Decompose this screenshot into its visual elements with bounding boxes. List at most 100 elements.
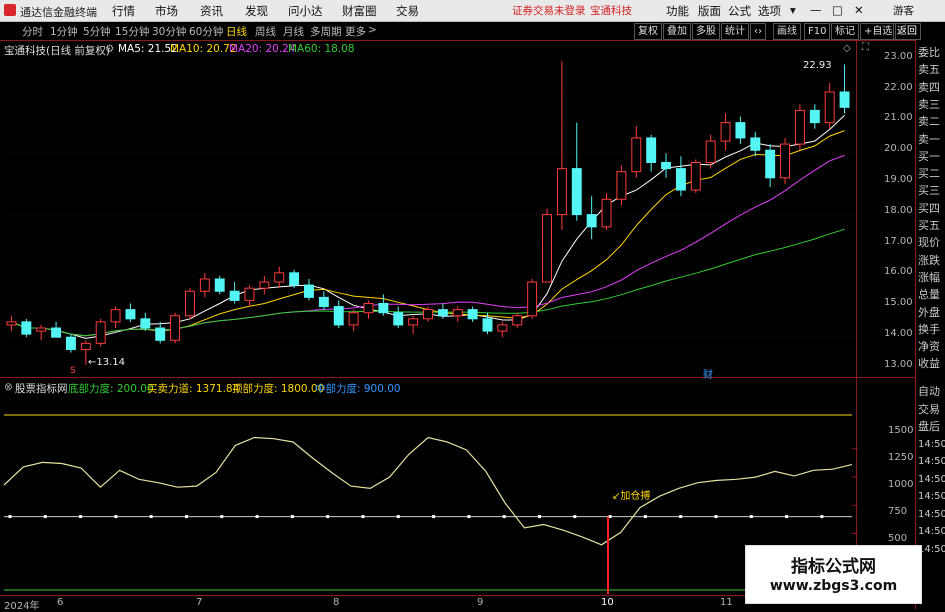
ind-y-tick: 500 (888, 533, 908, 544)
candle-body (646, 137, 657, 163)
side-label: 14:50 (918, 543, 945, 555)
candle-body (393, 312, 404, 326)
y-tick: 17.00 (884, 236, 913, 247)
candle-body (765, 149, 776, 179)
side-label: 卖三 (918, 97, 940, 111)
y-tick: 14.00 (884, 328, 913, 339)
candle-body (363, 302, 374, 314)
x-tick: 7 (196, 597, 203, 608)
candle-body (467, 309, 478, 320)
candle-body (482, 318, 493, 332)
mid-level-dot (538, 515, 541, 519)
side-label: 14:50 (918, 491, 945, 502)
mid-level-dot (79, 515, 83, 519)
side-label: 买一 (918, 149, 940, 163)
candle-body (720, 122, 731, 142)
side-label: 涨跌 (918, 253, 940, 267)
buy-sell-force-label: 买卖力道: 1371.84 (147, 383, 240, 395)
y-tick: 18.00 (884, 205, 913, 216)
side-label: 现价 (918, 236, 940, 250)
x-tick: 9 (477, 597, 484, 608)
candle-body (839, 91, 850, 108)
y-tick: 15.00 (884, 297, 913, 308)
s-marker-icon: S (70, 366, 76, 376)
candle-body (601, 198, 612, 228)
side-label: 涨幅 (918, 270, 940, 284)
candle-body (304, 284, 314, 298)
mid-level-dot (290, 515, 294, 519)
mid-level-dot (114, 515, 118, 519)
side-label: 委比 (918, 46, 940, 59)
side-label: 盘后 (918, 420, 940, 433)
candle-body (229, 290, 240, 301)
signal-label: ↙加仓搏 (612, 491, 651, 502)
y-tick: 19.00 (884, 174, 913, 185)
y-tick: 20.00 (884, 143, 913, 154)
candle-body (794, 109, 805, 145)
x-tick: 11 (720, 597, 733, 608)
low-price-label: ←13.14 (88, 357, 126, 368)
candle-body (378, 302, 389, 314)
mid-level-dot (467, 515, 471, 519)
mid-level-dot (785, 515, 789, 519)
candle-body (333, 306, 344, 326)
candle-body (631, 137, 642, 173)
mid-level-dot (43, 515, 47, 519)
side-label: 买三 (918, 184, 940, 198)
candle-body (452, 309, 463, 317)
ma10-line (11, 130, 845, 337)
candle-body (423, 309, 433, 320)
mid-level-dot (149, 515, 153, 519)
x-tick: 6 (57, 597, 64, 608)
y-tick: 13.00 (884, 359, 913, 370)
candle-body (571, 168, 582, 216)
candle-body (542, 214, 552, 283)
mid-level-dot (608, 515, 612, 519)
finance-marker[interactable]: 财 (703, 366, 713, 381)
x-tick: 8 (333, 597, 340, 608)
candle-body (140, 318, 151, 329)
candle-body (95, 321, 106, 344)
mid-level-dot (432, 515, 436, 519)
side-label: 卖五 (918, 63, 940, 77)
indicator-close-icon[interactable]: ⊗ (4, 381, 13, 393)
high-price-label: 22.93 (803, 60, 832, 71)
x-tick: 2024年 (4, 601, 40, 612)
candle-body (259, 281, 270, 289)
candle-body (65, 336, 76, 350)
mid-level-dot (679, 515, 683, 519)
candle-body (512, 315, 523, 326)
candle-body (809, 109, 820, 124)
expand-icon[interactable]: ⛶ (862, 42, 869, 53)
y-tick: 22.00 (884, 82, 913, 93)
watermark-url: www.zbgs3.com (769, 578, 898, 594)
candle-body (21, 321, 32, 335)
mid-level-dot (185, 515, 188, 519)
diamond-icon: ◇ (843, 43, 851, 54)
side-label: 外盘 (918, 305, 940, 319)
side-label: 买二 (918, 167, 940, 181)
candle-body (185, 290, 195, 317)
side-label: 卖一 (918, 132, 940, 146)
candle-body (51, 327, 62, 338)
candle-body (824, 91, 835, 124)
mid-level-dot (361, 515, 365, 519)
side-label: 14:50 (918, 526, 945, 537)
y-tick: 21.00 (884, 112, 913, 123)
candle-body (125, 309, 136, 320)
candle-body (497, 324, 508, 332)
side-label: 14:50 (918, 438, 945, 450)
side-label: 14:50 (918, 456, 945, 467)
kline-chart[interactable] (0, 0, 945, 609)
candle-body (274, 272, 285, 283)
candle-body (661, 161, 671, 170)
mid-level-dot (326, 515, 330, 519)
ind-y-tick: 1000 (888, 479, 914, 490)
side-label: 买五 (918, 219, 940, 232)
watermark-title: 指标公式网 (791, 557, 876, 577)
candle-body (110, 309, 121, 323)
indicator-name: 股票指标网 (15, 383, 68, 395)
candle-body (780, 143, 791, 179)
buy-sell-force-line (3, 436, 853, 546)
top-strength-label: 顶部力度: 1800.00 (232, 383, 325, 395)
